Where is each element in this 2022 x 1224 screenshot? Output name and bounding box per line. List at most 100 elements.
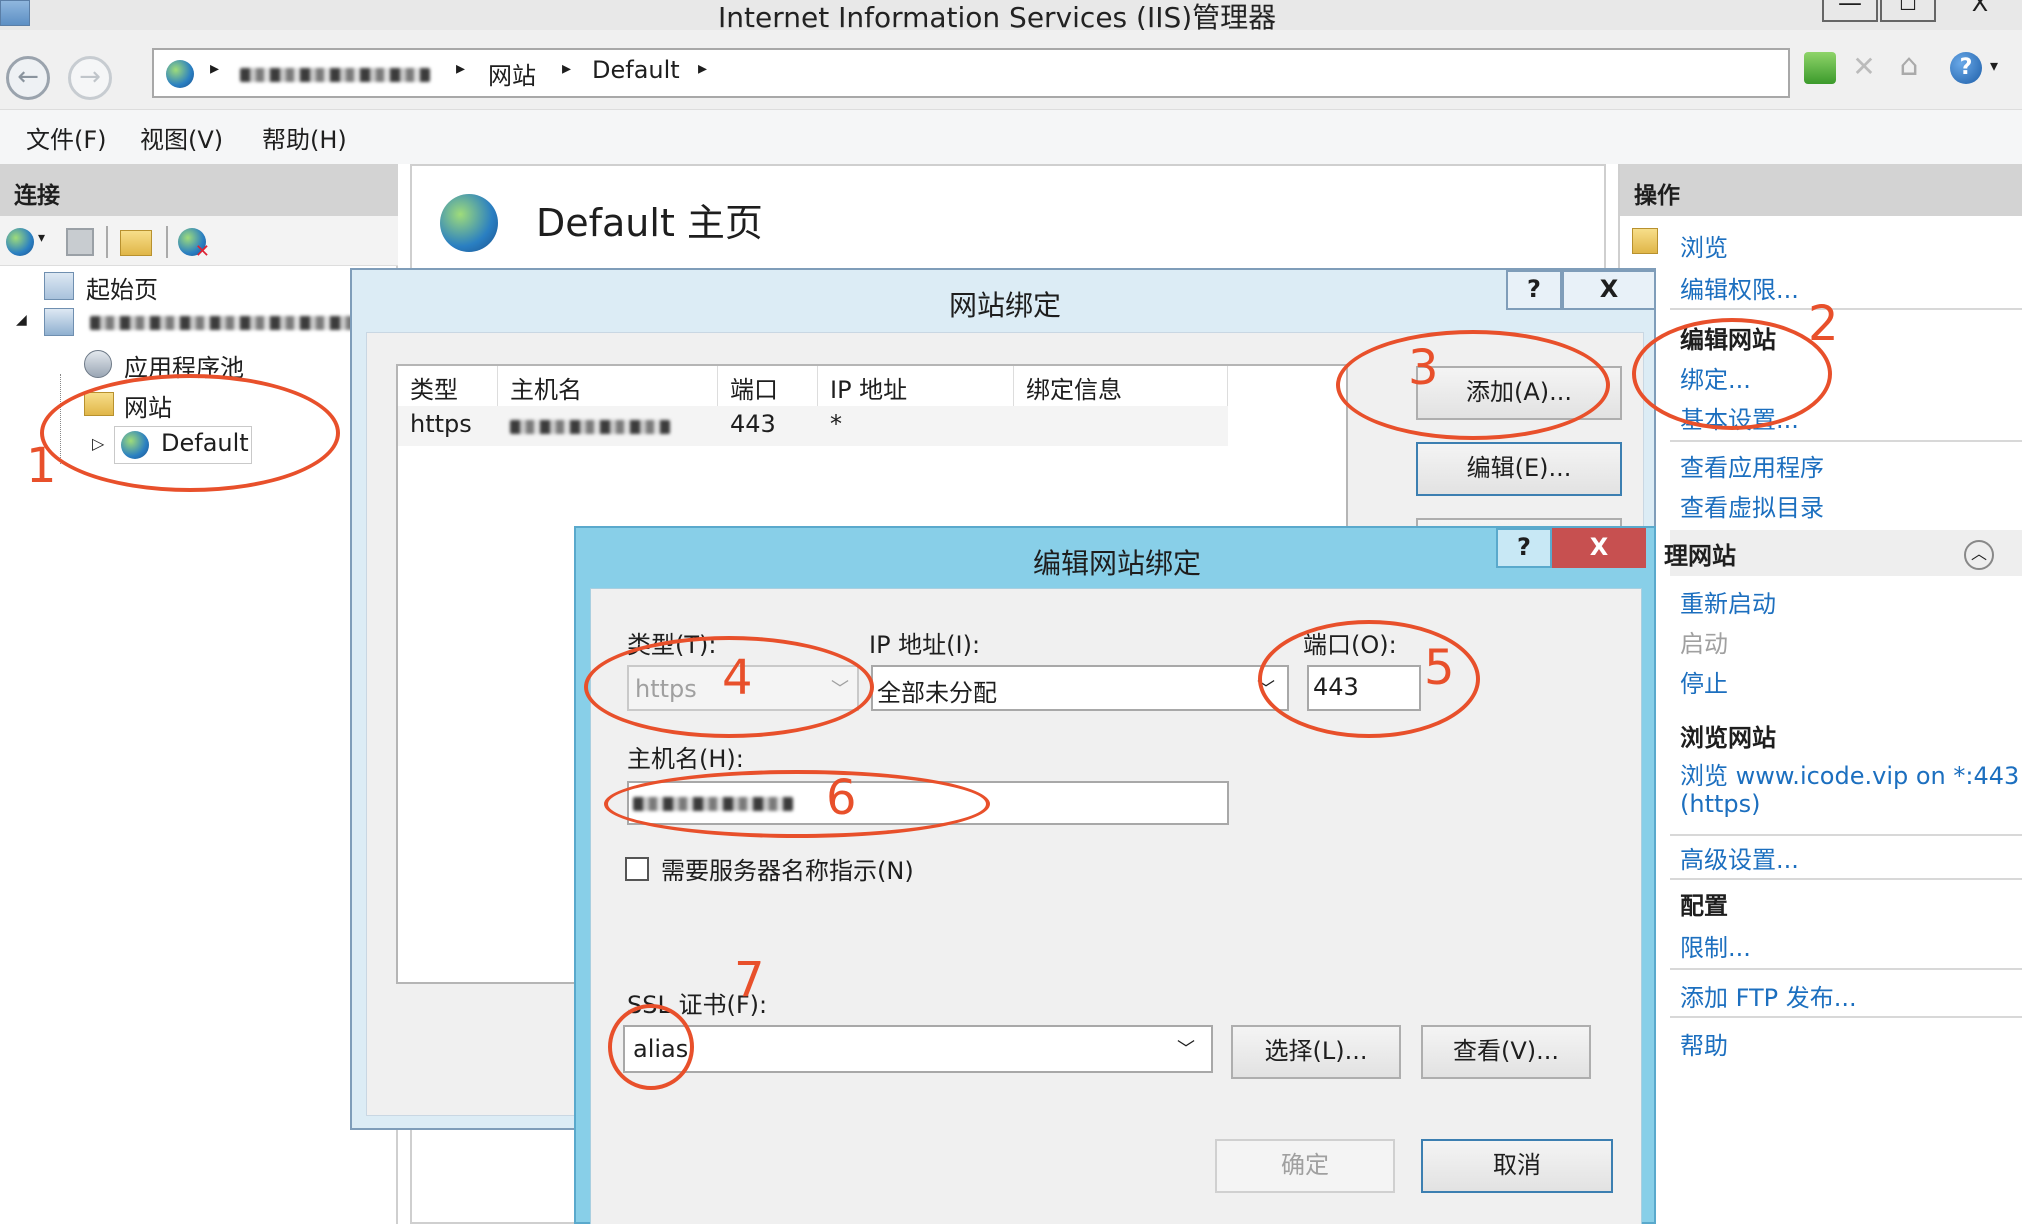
divider bbox=[1670, 834, 2022, 836]
dialog-close-button[interactable]: X bbox=[1562, 270, 1656, 310]
sni-label: 需要服务器名称指示(N) bbox=[661, 857, 914, 885]
table-row[interactable]: https 443 * bbox=[398, 406, 1228, 446]
server-name-redacted bbox=[90, 316, 390, 330]
cancel-button[interactable]: 取消 bbox=[1421, 1139, 1613, 1193]
forward-button[interactable]: → bbox=[68, 56, 112, 100]
cell-ip: * bbox=[830, 410, 842, 438]
iis-app-icon bbox=[0, 0, 30, 26]
folder-up-icon[interactable] bbox=[120, 230, 152, 256]
action-edit-permissions[interactable]: 编辑权限... bbox=[1680, 270, 1799, 305]
tree-label: 起始页 bbox=[86, 276, 158, 304]
address-toolbar: ← → ▸ ▸ 网站 ▸ Default ▸ ✕ ⌂ ? ▾ bbox=[0, 30, 2022, 110]
section-configure: 配置 bbox=[1680, 892, 1728, 920]
actions-header: 操作 bbox=[1620, 164, 2022, 216]
back-button[interactable]: ← bbox=[6, 56, 50, 100]
action-view-apps[interactable]: 查看应用程序 bbox=[1680, 448, 1824, 483]
expand-toggle-icon[interactable]: ◢ bbox=[16, 312, 27, 328]
action-browse-https-protocol[interactable]: (https) bbox=[1680, 790, 1761, 818]
action-stop[interactable]: 停止 bbox=[1680, 664, 1728, 699]
divider bbox=[1670, 440, 2022, 442]
disconnect-icon[interactable]: ✕ bbox=[178, 228, 210, 262]
chevron-down-icon[interactable]: ▾ bbox=[1990, 56, 1998, 75]
ip-select[interactable]: 全部未分配 ﹀ bbox=[871, 665, 1289, 711]
cell-host-redacted bbox=[510, 420, 670, 434]
connections-panel: 连接 ▾ ✕ 起始页 ◢ 应用程序池 网站 ▷ Default bbox=[0, 164, 398, 1224]
view-cert-button[interactable]: 查看(V)... bbox=[1421, 1025, 1591, 1079]
action-start: 启动 bbox=[1680, 630, 1728, 658]
annotation-ellipse-7 bbox=[608, 1004, 694, 1090]
refresh-icon[interactable] bbox=[1804, 52, 1836, 84]
maximize-button[interactable]: ☐ bbox=[1880, 0, 1936, 22]
menu-help[interactable]: 帮助(H) bbox=[262, 120, 347, 155]
annotation-number-6: 6 bbox=[826, 770, 857, 826]
minimize-button[interactable]: — bbox=[1822, 0, 1878, 22]
save-icon[interactable] bbox=[66, 228, 94, 256]
menu-view[interactable]: 视图(V) bbox=[140, 120, 223, 155]
annotation-number-2: 2 bbox=[1808, 296, 1839, 352]
connections-toolbar: ▾ ✕ bbox=[0, 216, 398, 266]
toolbar-divider bbox=[106, 226, 108, 258]
edit-binding-button[interactable]: 编辑(E)... bbox=[1416, 442, 1622, 496]
column-header-port[interactable]: 端口 bbox=[718, 366, 818, 406]
ip-value: 全部未分配 bbox=[877, 679, 997, 707]
chevron-down-icon[interactable]: ﹀ bbox=[1177, 1035, 1195, 1061]
stop-icon[interactable]: ✕ bbox=[1848, 52, 1880, 84]
action-limits[interactable]: 限制... bbox=[1680, 928, 1751, 963]
connect-icon[interactable] bbox=[6, 228, 34, 256]
dialog-title: 网站绑定 bbox=[948, 289, 1061, 322]
app-pool-icon bbox=[84, 350, 112, 378]
globe-icon bbox=[166, 60, 194, 88]
action-help[interactable]: 帮助 bbox=[1680, 1026, 1728, 1061]
ok-button: 确定 bbox=[1215, 1139, 1395, 1193]
annotation-number-1: 1 bbox=[26, 438, 57, 494]
divider bbox=[1670, 878, 2022, 880]
action-browse-https[interactable]: 浏览 www.icode.vip on *:443 bbox=[1680, 756, 2019, 791]
menu-bar: 文件(F) 视图(V) 帮助(H) bbox=[0, 110, 2022, 164]
address-bar[interactable]: ▸ ▸ 网站 ▸ Default ▸ bbox=[152, 48, 1790, 98]
column-header-type[interactable]: 类型 bbox=[398, 366, 498, 406]
menu-file[interactable]: 文件(F) bbox=[26, 120, 107, 155]
crumb-default[interactable]: Default bbox=[592, 56, 680, 84]
select-cert-button[interactable]: 选择(L)... bbox=[1231, 1025, 1401, 1079]
divider bbox=[1670, 308, 2022, 310]
server-icon bbox=[44, 308, 74, 336]
cell-type: https bbox=[410, 410, 472, 438]
home-icon[interactable]: ⌂ bbox=[1892, 50, 1926, 84]
annotation-ellipse-1 bbox=[40, 374, 340, 492]
column-header-host[interactable]: 主机名 bbox=[498, 366, 718, 406]
server-name-redacted bbox=[240, 68, 430, 82]
dialog-help-button[interactable]: ? bbox=[1496, 528, 1552, 568]
annotation-number-7: 7 bbox=[734, 952, 765, 1008]
edit-binding-dialog: 编辑网站绑定 ? X 类型(T): https ﹀ IP 地址(I): 全部未分… bbox=[574, 526, 1656, 1224]
section-browse-site: 浏览网站 bbox=[1680, 724, 1776, 752]
host-label: 主机名(H): bbox=[627, 745, 744, 773]
title-bar: Internet Information Services (IIS)管理器 —… bbox=[0, 0, 2022, 34]
annotation-number-4: 4 bbox=[722, 650, 753, 706]
collapse-icon[interactable]: ︿ bbox=[1964, 540, 1994, 570]
chevron-down-icon[interactable]: ▾ bbox=[38, 230, 45, 246]
action-advanced-settings[interactable]: 高级设置... bbox=[1680, 840, 1799, 875]
help-icon[interactable]: ? bbox=[1950, 52, 1982, 84]
page-title: Default 主页 bbox=[536, 201, 763, 245]
chevron-right-icon: ▸ bbox=[698, 58, 708, 79]
action-browse[interactable]: 浏览 bbox=[1680, 228, 1728, 263]
action-view-vdirs[interactable]: 查看虚拟目录 bbox=[1680, 488, 1824, 523]
toolbar-divider bbox=[166, 226, 168, 258]
dialog-close-button[interactable]: X bbox=[1552, 528, 1646, 568]
action-add-ftp[interactable]: 添加 FTP 发布... bbox=[1680, 978, 1857, 1013]
ip-label: IP 地址(I): bbox=[869, 631, 981, 659]
annotation-number-3: 3 bbox=[1408, 340, 1439, 396]
close-window-button[interactable]: X bbox=[1938, 0, 2022, 22]
divider bbox=[1670, 1016, 2022, 1018]
site-home-icon bbox=[440, 194, 498, 252]
column-header-binding-info[interactable]: 绑定信息 bbox=[1014, 366, 1228, 406]
sni-checkbox[interactable] bbox=[625, 857, 649, 881]
dialog-help-button[interactable]: ? bbox=[1506, 270, 1562, 310]
annotation-ellipse-2 bbox=[1632, 318, 1832, 430]
annotation-ellipse-6 bbox=[604, 770, 990, 838]
action-restart[interactable]: 重新启动 bbox=[1680, 584, 1776, 619]
chevron-right-icon: ▸ bbox=[456, 58, 466, 79]
ssl-cert-select[interactable]: alias ﹀ bbox=[623, 1025, 1213, 1073]
crumb-sites[interactable]: 网站 bbox=[488, 56, 536, 91]
column-header-ip[interactable]: IP 地址 bbox=[818, 366, 1014, 406]
